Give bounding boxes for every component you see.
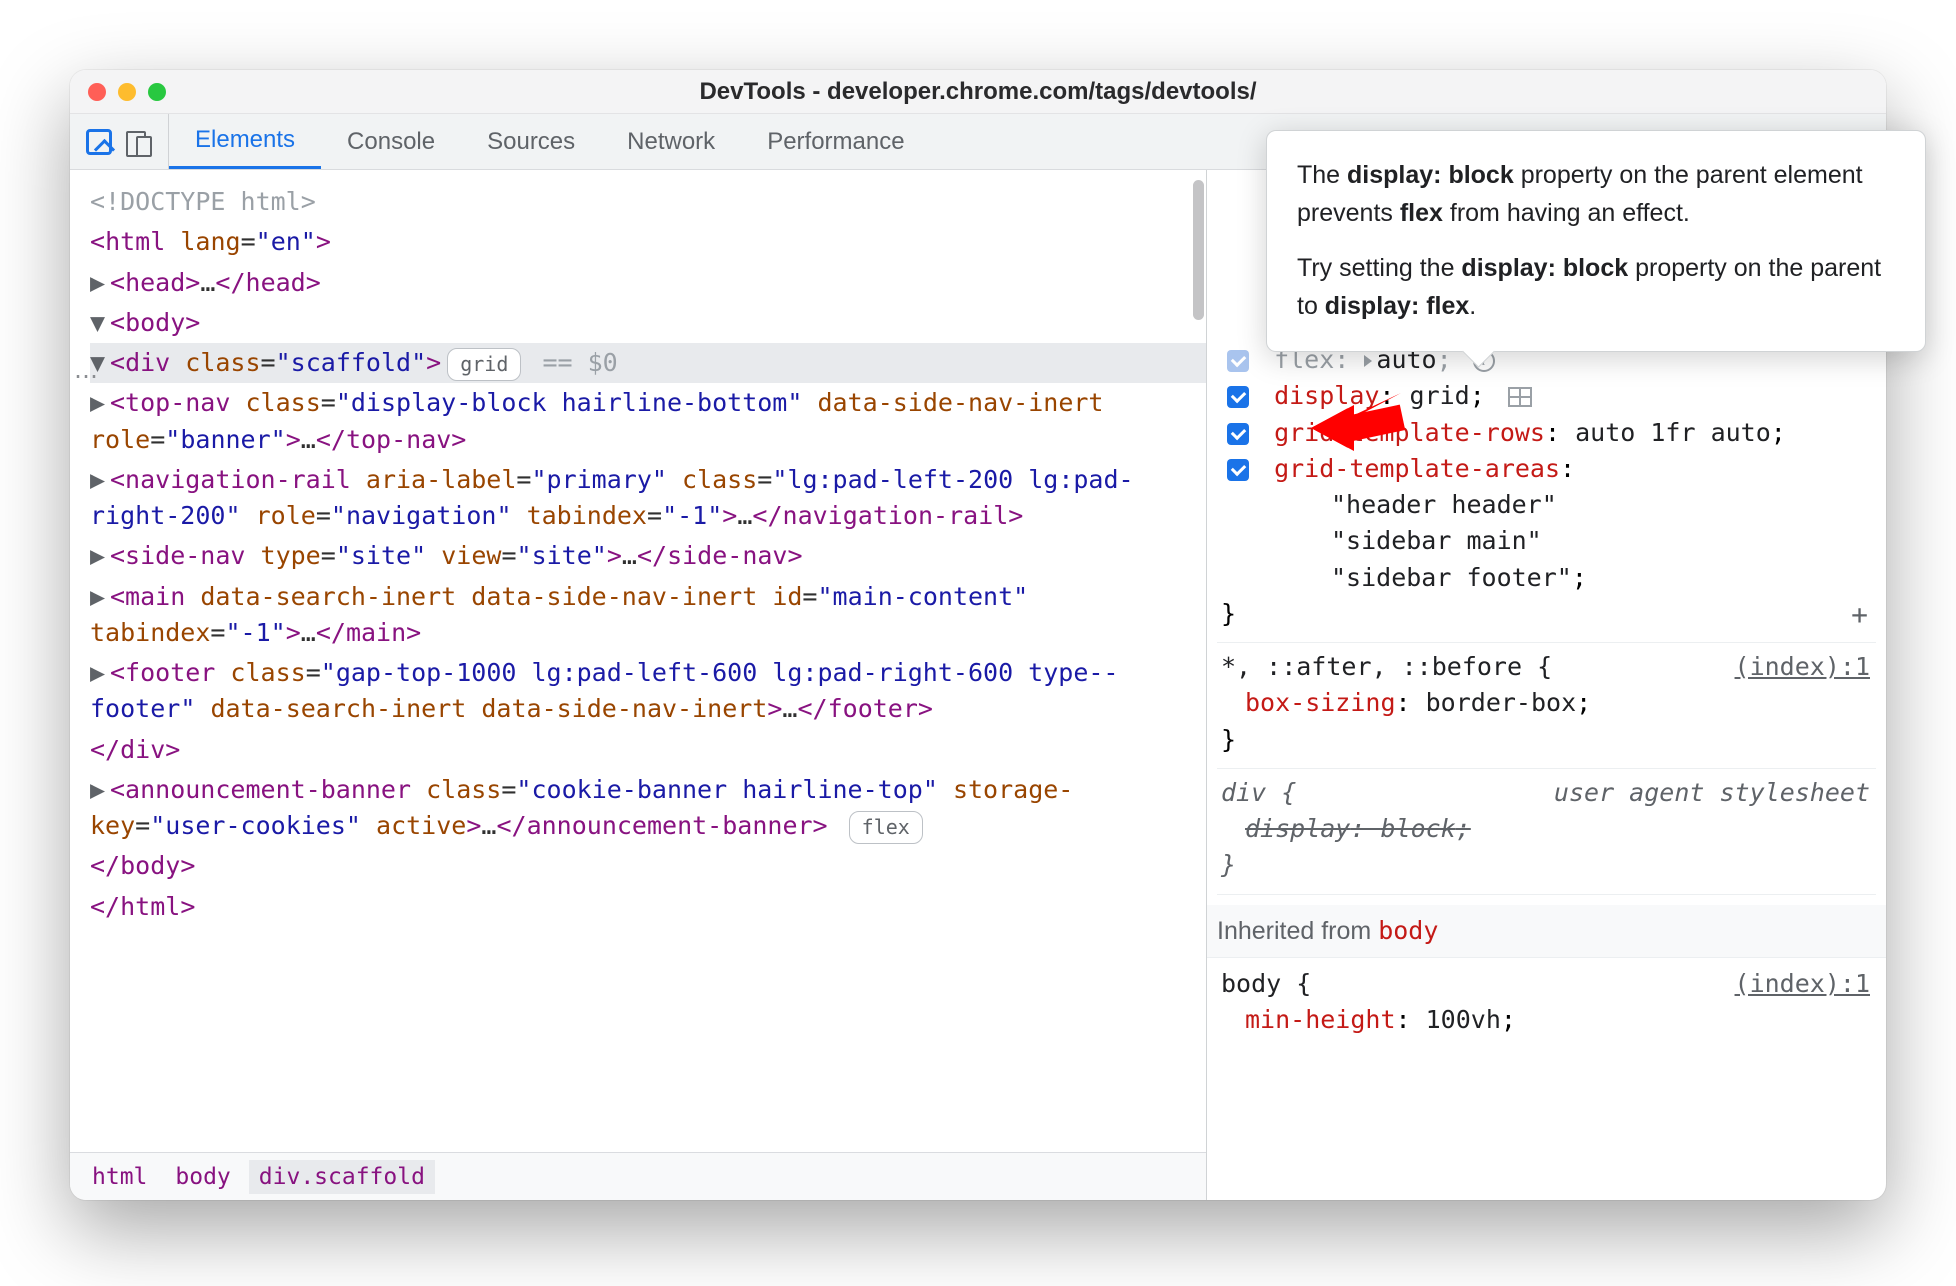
tab-elements[interactable]: Elements [169, 114, 321, 169]
breadcrumbs: html body div.scaffold [70, 1152, 1206, 1200]
window-title: DevTools - developer.chrome.com/tags/dev… [70, 78, 1886, 106]
style-source-link[interactable]: (index):1 [1735, 649, 1870, 685]
tab-sources[interactable]: Sources [461, 114, 601, 169]
maximize-icon[interactable] [148, 83, 166, 101]
device-toggle-icon[interactable] [126, 129, 152, 155]
grid-badge[interactable]: grid [447, 348, 521, 381]
expand-icon[interactable] [1364, 355, 1372, 367]
elements-panel: ⋯ <!DOCTYPE html> <html lang="en"> ▶<hea… [70, 170, 1206, 1200]
breadcrumb-div-scaffold[interactable]: div.scaffold [249, 1160, 435, 1194]
panel-tabs: Elements Console Sources Network Perform… [169, 114, 931, 169]
checkbox-icon[interactable] [1227, 386, 1249, 408]
window-controls [88, 83, 166, 101]
checkbox-icon[interactable] [1227, 350, 1249, 372]
ua-stylesheet-label: user agent stylesheet [1554, 775, 1870, 811]
style-rule-body[interactable]: (index):1 body { min-height: 100vh; [1217, 960, 1876, 1049]
row-menu-icon[interactable]: ⋯ [74, 362, 100, 391]
doctype: <!DOCTYPE html> [90, 187, 316, 216]
add-rule-icon[interactable]: + [1851, 595, 1868, 636]
head-tag[interactable]: head [125, 268, 185, 297]
breadcrumb-body[interactable]: body [165, 1160, 240, 1194]
inspect-element-icon[interactable] [86, 129, 112, 155]
inherited-from-row: Inherited from body [1207, 905, 1886, 958]
dom-tree[interactable]: <!DOCTYPE html> <html lang="en"> ▶<head>… [70, 170, 1206, 1152]
checkbox-icon[interactable] [1227, 459, 1249, 481]
body-tag[interactable]: body [125, 308, 185, 337]
style-rule-div-ua[interactable]: user agent stylesheet div { display: blo… [1217, 769, 1876, 895]
flex-badge[interactable]: flex [849, 811, 923, 844]
checkbox-icon[interactable] [1227, 423, 1249, 445]
style-source-link[interactable]: (index):1 [1735, 966, 1870, 1002]
grid-icon[interactable] [1508, 387, 1532, 407]
inactive-css-tooltip: The display: block property on the paren… [1266, 130, 1926, 352]
close-icon[interactable] [88, 83, 106, 101]
scrollbar[interactable] [1193, 180, 1204, 320]
minimize-icon[interactable] [118, 83, 136, 101]
breadcrumb-html[interactable]: html [82, 1160, 157, 1194]
html-tag[interactable]: html [105, 227, 165, 256]
tab-console[interactable]: Console [321, 114, 461, 169]
style-rule-universal[interactable]: (index):1 *, ::after, ::before { box-siz… [1217, 643, 1876, 769]
tab-performance[interactable]: Performance [741, 114, 930, 169]
titlebar: DevTools - developer.chrome.com/tags/dev… [70, 70, 1886, 114]
annotation-arrow-icon [1306, 378, 1406, 473]
selected-node[interactable]: ▼<div class="scaffold">grid == $0 [90, 343, 1206, 383]
tab-network[interactable]: Network [601, 114, 741, 169]
